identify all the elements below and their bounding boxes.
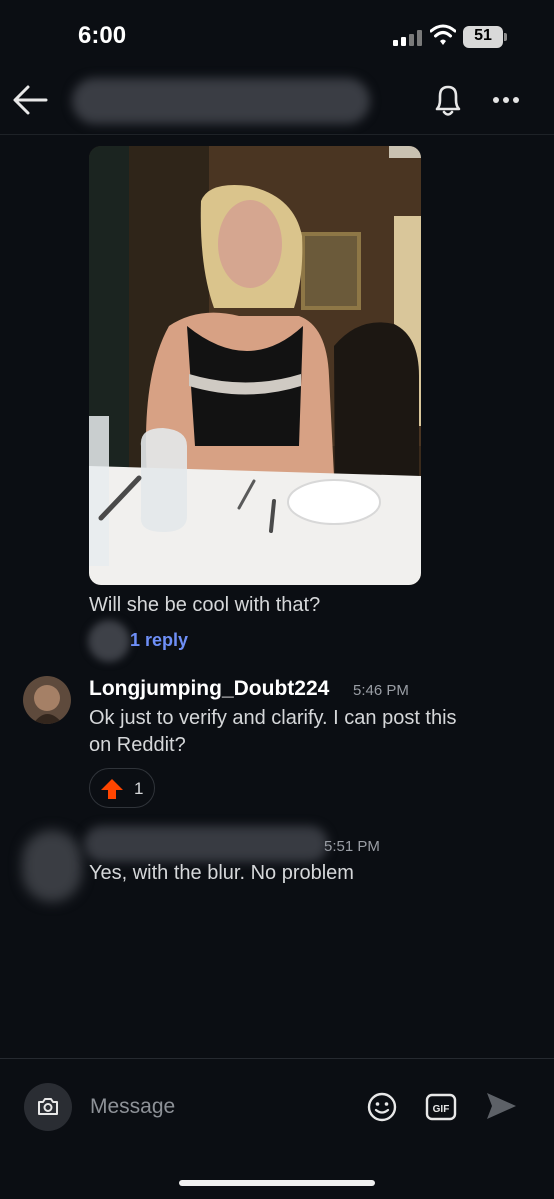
svg-text:GIF: GIF: [433, 1104, 450, 1115]
avatar: [88, 620, 130, 662]
chat-title-redacted: [72, 78, 370, 124]
author-name-redacted: [84, 826, 328, 862]
shared-photo[interactable]: [89, 146, 421, 585]
message-input[interactable]: [90, 1090, 350, 1124]
replies-link[interactable]: 1 reply: [130, 630, 188, 651]
upvote-arrow-icon: [101, 779, 123, 799]
home-indicator: [179, 1180, 375, 1186]
message-text-line: on Reddit?: [89, 734, 186, 756]
upvote-reaction-button[interactable]: 1: [89, 768, 155, 808]
message-text: Will she be cool with that?: [89, 594, 321, 616]
composer-divider: [0, 1058, 554, 1059]
emoji-icon[interactable]: [366, 1091, 398, 1123]
wifi-icon: [430, 24, 456, 45]
message-timestamp: 5:51 PM: [324, 838, 380, 855]
cellular-signal-icon: [393, 30, 423, 46]
camera-icon: [38, 1098, 58, 1115]
bell-icon[interactable]: [428, 80, 468, 120]
gif-icon[interactable]: GIF: [425, 1092, 457, 1122]
avatar: [22, 830, 82, 902]
camera-button[interactable]: [24, 1083, 72, 1131]
back-arrow-icon[interactable]: [10, 82, 50, 118]
send-icon[interactable]: [484, 1089, 518, 1123]
message-text-line: Ok just to verify and clarify. I can pos…: [89, 707, 457, 729]
avatar[interactable]: [23, 676, 71, 724]
chat-screen: 6:00 51 Will she be cool with that? 1 re…: [0, 0, 554, 1199]
battery-level: 51: [474, 27, 492, 44]
battery-indicator: 51: [463, 26, 507, 48]
message-text: Yes, with the blur. No problem: [89, 862, 354, 884]
upvote-count: 1: [134, 779, 144, 798]
author-name[interactable]: Longjumping_Doubt224: [89, 677, 329, 701]
status-time: 6:00: [78, 22, 127, 49]
header-divider: [0, 134, 554, 135]
message-timestamp: 5:46 PM: [353, 682, 409, 699]
more-dots-icon[interactable]: [488, 88, 524, 112]
